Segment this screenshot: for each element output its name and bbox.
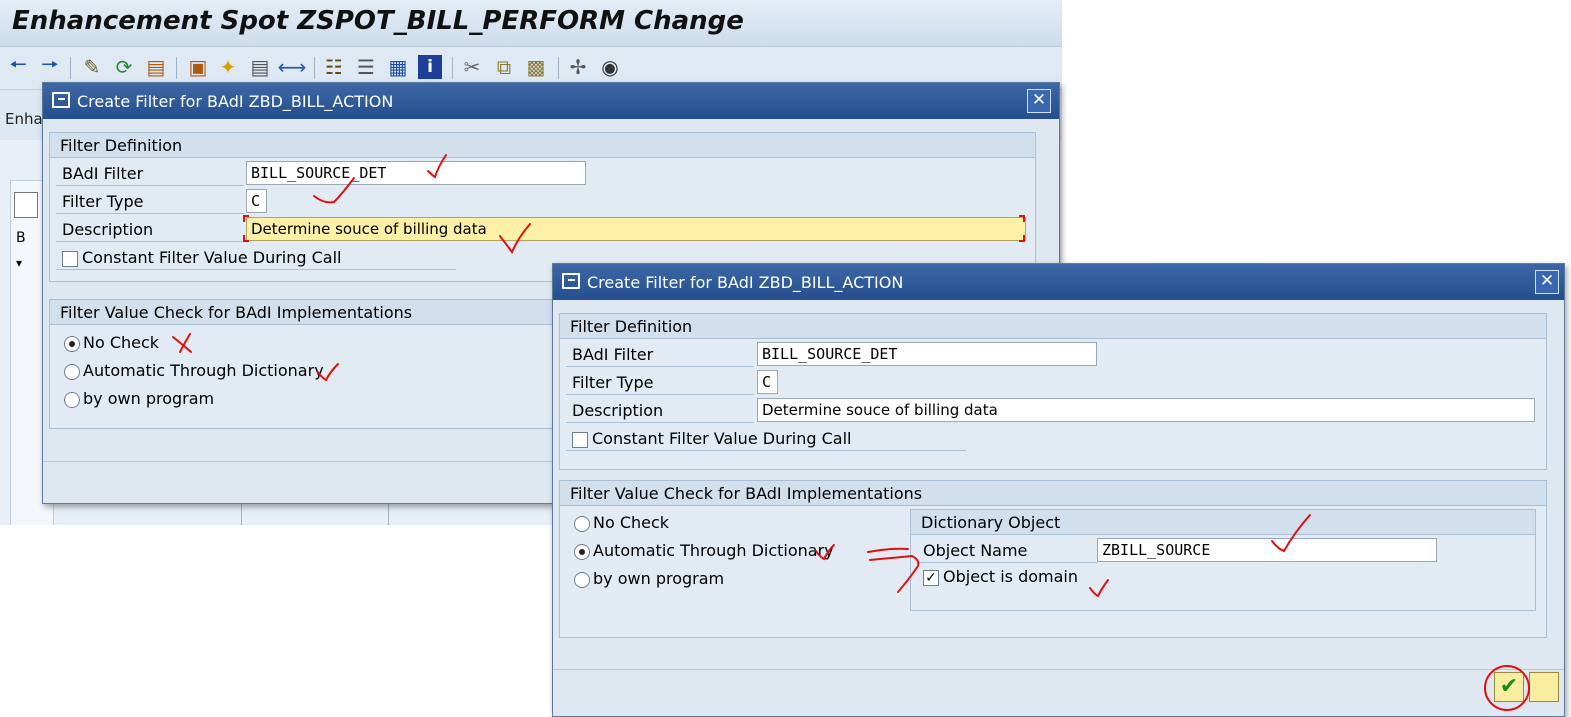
badi-filter-label: BAdI Filter bbox=[62, 164, 144, 183]
dialog-footer-divider bbox=[553, 669, 1564, 670]
group-header: Dictionary Object bbox=[911, 510, 1535, 535]
dialog-title: Create Filter for BAdI ZBD_BILL_ACTION bbox=[77, 92, 394, 111]
description-field[interactable]: Determine souce of billing data bbox=[246, 217, 1026, 241]
document-icon[interactable] bbox=[14, 192, 38, 218]
automatic-dictionary-radio[interactable] bbox=[574, 544, 590, 560]
filter-definition-group: Filter Definition BAdI Filter BILL_SOURC… bbox=[559, 313, 1547, 470]
info-icon[interactable]: i bbox=[418, 55, 442, 79]
description-label: Description bbox=[62, 220, 154, 239]
dictionary-object-group: Dictionary Object Object Name ZBILL_SOUR… bbox=[910, 509, 1536, 611]
forward-icon[interactable]: 🠖 bbox=[38, 52, 62, 79]
dictionary-object-header: Dictionary Object bbox=[921, 513, 1061, 532]
pattern-icon[interactable]: ✢ bbox=[566, 55, 590, 79]
description-field[interactable]: Determine souce of billing data bbox=[757, 398, 1535, 422]
cancel-button[interactable] bbox=[1529, 672, 1559, 702]
toolbar-separator bbox=[452, 57, 453, 79]
badi-filter-label: BAdI Filter bbox=[572, 345, 654, 364]
value-check-header: Filter Value Check for BAdI Implementati… bbox=[570, 484, 923, 503]
activate-icon[interactable]: ▤ bbox=[144, 55, 168, 79]
dialog-title-bar: Create Filter for BAdI ZBD_BILL_ACTION ✕ bbox=[43, 83, 1059, 119]
own-program-label: by own program bbox=[593, 569, 725, 588]
background-tree-label: B bbox=[16, 230, 26, 246]
row-divider bbox=[56, 213, 244, 214]
value-check-header: Filter Value Check for BAdI Implementati… bbox=[60, 303, 413, 322]
toolbar-separator bbox=[314, 57, 315, 79]
filter-definition-header: Filter Definition bbox=[570, 317, 693, 336]
tree-expand-icon[interactable]: ▾ bbox=[16, 256, 22, 270]
paste-icon[interactable]: ▩ bbox=[524, 55, 548, 79]
own-program-radio[interactable] bbox=[574, 572, 590, 588]
badi-filter-field[interactable]: BILL_SOURCE_DET bbox=[757, 342, 1097, 366]
page-title: Enhancement Spot ZSPOT_BILL_PERFORM Chan… bbox=[12, 6, 744, 36]
constant-filter-checkbox[interactable] bbox=[572, 432, 588, 448]
row-divider bbox=[566, 422, 754, 423]
dialog-window-icon bbox=[562, 273, 580, 289]
filter-value-check-group: Filter Value Check for BAdI Implementati… bbox=[559, 480, 1547, 638]
toolbar-separator bbox=[70, 57, 71, 79]
dialog-title-bar: Create Filter for BAdI ZBD_BILL_ACTION ✕ bbox=[553, 264, 1564, 300]
lightbulb-icon[interactable]: ✦ bbox=[216, 55, 240, 79]
object-is-domain-label: Object is domain bbox=[943, 567, 1078, 586]
automatic-dictionary-label: Automatic Through Dictionary bbox=[83, 361, 324, 380]
toolbar-separator bbox=[176, 57, 177, 79]
no-check-radio[interactable] bbox=[574, 516, 590, 532]
display-change-icon[interactable]: ⟳ bbox=[112, 55, 136, 79]
dialog-window-icon bbox=[52, 92, 70, 108]
copy-icon[interactable]: ⧉ bbox=[492, 55, 516, 79]
row-divider bbox=[566, 394, 754, 395]
filter-definition-header: Filter Definition bbox=[60, 136, 183, 155]
stack-icon[interactable]: ☰ bbox=[354, 55, 378, 79]
background-title-bar: Enhancement Spot ZSPOT_BILL_PERFORM Chan… bbox=[0, 0, 1062, 47]
dialog-title: Create Filter for BAdI ZBD_BILL_ACTION bbox=[587, 273, 904, 292]
row-divider bbox=[56, 269, 456, 270]
back-icon[interactable]: 🠔 bbox=[6, 52, 30, 79]
automatic-dictionary-radio[interactable] bbox=[64, 364, 80, 380]
create-filter-dialog-second: Create Filter for BAdI ZBD_BILL_ACTION ✕… bbox=[552, 263, 1565, 717]
filter-definition-group: Filter Definition BAdI Filter BILL_SOURC… bbox=[49, 132, 1036, 282]
description-label: Description bbox=[572, 401, 664, 420]
toolbar-separator bbox=[558, 57, 559, 79]
background-enh-label: Enha bbox=[5, 110, 43, 128]
filter-type-label: Filter Type bbox=[62, 192, 144, 211]
no-check-label: No Check bbox=[593, 513, 670, 532]
ok-button[interactable]: ✔ bbox=[1494, 672, 1524, 702]
constant-filter-label: Constant Filter Value During Call bbox=[82, 248, 342, 267]
filter-type-field[interactable]: C bbox=[246, 189, 267, 213]
object-name-field[interactable]: ZBILL_SOURCE bbox=[1097, 538, 1437, 562]
object-name-label: Object Name bbox=[923, 541, 1028, 560]
filter-type-field[interactable]: C bbox=[757, 370, 778, 394]
navigate-icon[interactable]: ⟷ bbox=[278, 55, 307, 79]
row-divider bbox=[56, 185, 244, 186]
row-divider bbox=[566, 366, 754, 367]
no-check-label: No Check bbox=[83, 333, 160, 352]
hierarchy-icon[interactable]: ☷ bbox=[322, 55, 346, 79]
group-header: Filter Definition bbox=[50, 133, 1035, 158]
no-check-radio[interactable] bbox=[64, 336, 80, 352]
group-header: Filter Definition bbox=[560, 314, 1546, 339]
object-is-domain-checkbox[interactable]: ✓ bbox=[923, 570, 939, 586]
constant-filter-label: Constant Filter Value During Call bbox=[592, 429, 852, 448]
automatic-dictionary-label: Automatic Through Dictionary bbox=[593, 541, 834, 560]
group-header: Filter Value Check for BAdI Implementati… bbox=[560, 481, 1546, 506]
binoculars-icon[interactable]: ◉ bbox=[598, 55, 622, 79]
row-divider bbox=[56, 241, 244, 242]
window-icon[interactable]: ▤ bbox=[248, 55, 272, 79]
constant-filter-checkbox[interactable] bbox=[62, 251, 78, 267]
edit-icon[interactable]: ✎ bbox=[80, 55, 104, 79]
row-divider bbox=[566, 450, 966, 451]
own-program-label: by own program bbox=[83, 389, 215, 408]
badi-filter-field[interactable]: BILL_SOURCE_DET bbox=[246, 161, 586, 185]
cut-icon[interactable]: ✂ bbox=[460, 55, 484, 79]
row-divider bbox=[917, 562, 1097, 563]
close-button[interactable]: ✕ bbox=[1027, 89, 1051, 113]
list-icon[interactable]: ▦ bbox=[386, 55, 410, 79]
filter-type-label: Filter Type bbox=[572, 373, 654, 392]
own-program-radio[interactable] bbox=[64, 392, 80, 408]
close-button[interactable]: ✕ bbox=[1535, 270, 1559, 294]
where-used-icon[interactable]: ▣ bbox=[186, 55, 210, 79]
